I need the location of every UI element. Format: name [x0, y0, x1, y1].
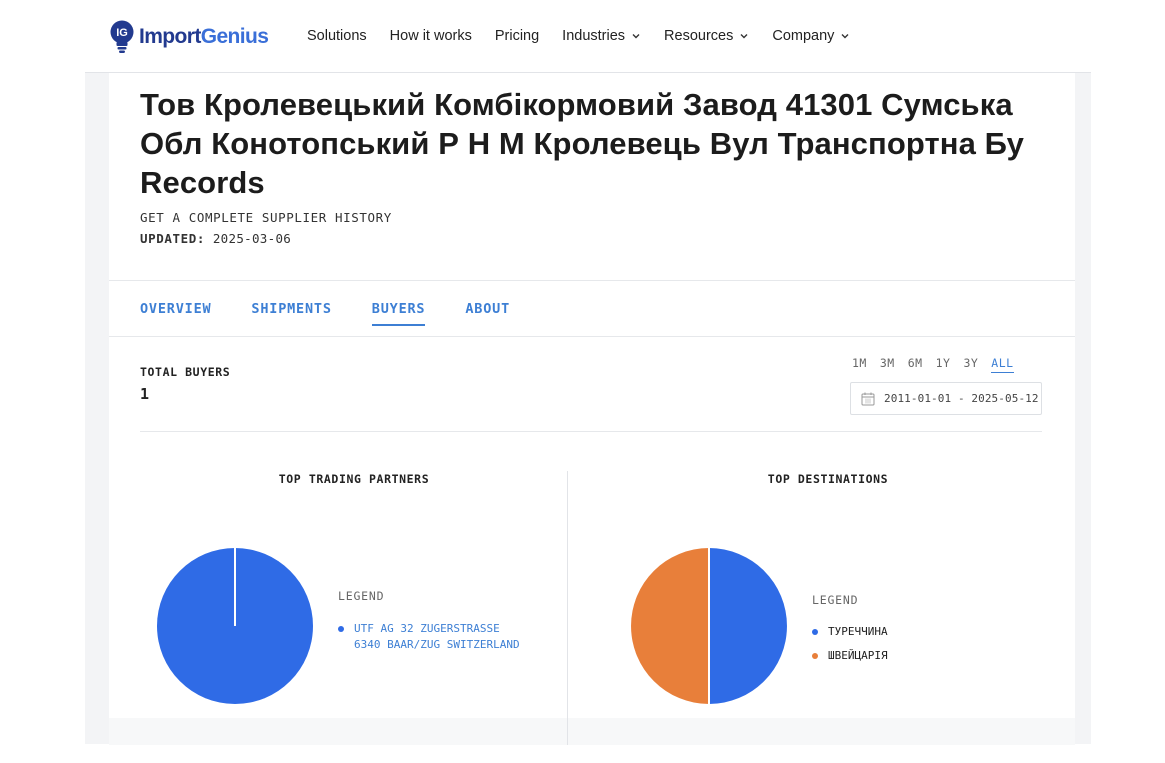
lightbulb-logo-icon: IG	[110, 20, 134, 53]
divider	[109, 280, 1075, 281]
legend-item[interactable]: ШВЕЙЦАРІЯ	[812, 648, 1012, 664]
chevron-down-icon	[632, 34, 640, 39]
range-1m[interactable]: 1M	[852, 356, 867, 373]
top-trading-partners-title: TOP TRADING PARTNERS	[278, 472, 430, 486]
brand-name-part2: Genius	[200, 25, 269, 48]
range-1y[interactable]: 1Y	[936, 356, 951, 373]
nav-label: How it works	[389, 28, 472, 44]
tab-bar: OVERVIEW SHIPMENTS BUYERS ABOUT	[140, 301, 550, 326]
nav-how-it-works[interactable]: How it works	[390, 28, 472, 44]
pie-slice-2[interactable]	[631, 548, 709, 704]
legend-title: LEGEND	[812, 593, 859, 607]
nav-resources[interactable]: Resources	[664, 28, 749, 44]
legend-item[interactable]: ТУРЕЧЧИНА	[812, 624, 1012, 640]
content-card: Тов Кролевецький Комбікормовий Завод 413…	[109, 73, 1075, 718]
legend-item-label: ТУРЕЧЧИНА	[828, 625, 888, 638]
date-range-presets: 1M 3M 6M 1Y 3Y ALL	[852, 356, 1014, 373]
nav-pricing[interactable]: Pricing	[495, 28, 539, 44]
destinations-pie-chart	[631, 548, 787, 704]
total-buyers-label: TOTAL BUYERS	[140, 365, 231, 379]
top-navigation: IG ImportGenius Solutions How it works P…	[0, 0, 1165, 72]
destinations-legend: ТУРЕЧЧИНА ШВЕЙЦАРІЯ	[812, 624, 1012, 664]
logo-mark-text: IG	[116, 27, 128, 39]
legend-item-label: UTF AG 32 ZUGERSTRASSE 6340 BAAR/ZUG SWI…	[354, 622, 520, 651]
nav-label: Pricing	[494, 28, 540, 44]
legend-dot	[338, 626, 344, 632]
tab-overview[interactable]: OVERVIEW	[140, 301, 211, 326]
brand-name-part1: Import	[139, 25, 201, 48]
importgenius-logo[interactable]: IG ImportGenius	[109, 20, 269, 54]
pie-slice-1[interactable]	[709, 548, 787, 704]
footer-strip	[109, 718, 1075, 745]
range-6m[interactable]: 6M	[908, 356, 923, 373]
page-title: Тов Кролевецький Комбікормовий Завод 413…	[140, 87, 1024, 200]
nav-label: Solutions	[307, 28, 367, 44]
nav-label: Resources	[664, 28, 734, 44]
nav-company[interactable]: Company	[772, 28, 850, 44]
updated-date: UPDATED: 2025-03-06	[140, 231, 291, 246]
legend-dot	[812, 629, 818, 635]
trading-partners-legend: UTF AG 32 ZUGERSTRASSE 6340 BAAR/ZUG SWI…	[338, 621, 528, 653]
supplier-history-subhead: GET A COMPLETE SUPPLIER HISTORY	[140, 210, 392, 225]
date-range-picker[interactable]: 2011-01-01 - 2025-05-12	[850, 382, 1042, 415]
brand-name: ImportGenius	[139, 25, 269, 49]
range-3m[interactable]: 3M	[880, 356, 895, 373]
updated-label: UPDATED:	[140, 231, 206, 246]
date-range-value: 2011-01-01 - 2025-05-12	[884, 392, 1039, 405]
tab-shipments[interactable]: SHIPMENTS	[251, 301, 331, 326]
range-all[interactable]: ALL	[991, 356, 1014, 373]
legend-dot	[812, 653, 818, 659]
range-3y[interactable]: 3Y	[963, 356, 978, 373]
divider	[109, 336, 1075, 337]
legend-title: LEGEND	[338, 589, 385, 603]
nav-solutions[interactable]: Solutions	[307, 28, 367, 44]
nav-menu: Solutions How it works Pricing Industrie…	[307, 28, 873, 44]
chevron-down-icon	[841, 34, 849, 39]
nav-label: Industries	[562, 28, 626, 44]
top-destinations-title: TOP DESTINATIONS	[767, 472, 889, 486]
page-frame: Тов Кролевецький Комбікормовий Завод 413…	[85, 72, 1091, 745]
calendar-icon	[861, 392, 875, 405]
chevron-down-icon	[740, 34, 748, 39]
nav-label: Company	[772, 28, 835, 44]
nav-industries[interactable]: Industries	[562, 28, 641, 44]
updated-value: 2025-03-06	[212, 231, 292, 246]
divider	[140, 431, 1042, 432]
chart-divider	[567, 471, 568, 745]
trading-partners-pie-chart	[157, 548, 313, 704]
tab-buyers[interactable]: BUYERS	[371, 301, 426, 326]
legend-item-label: ШВЕЙЦАРІЯ	[828, 649, 888, 662]
legend-item[interactable]: UTF AG 32 ZUGERSTRASSE 6340 BAAR/ZUG SWI…	[338, 621, 528, 653]
tab-about[interactable]: ABOUT	[465, 301, 510, 326]
total-buyers-value: 1	[140, 385, 150, 403]
